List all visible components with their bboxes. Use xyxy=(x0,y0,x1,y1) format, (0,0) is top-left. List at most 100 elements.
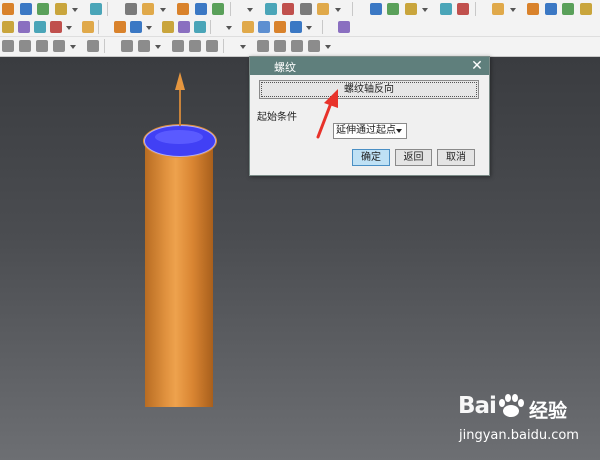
dropdown-arrow-icon[interactable] xyxy=(226,26,232,30)
toolbar-icon[interactable] xyxy=(162,21,174,33)
toolbar-icon[interactable] xyxy=(172,40,184,52)
toolbar-icon[interactable] xyxy=(114,21,126,33)
thread-axis-vector[interactable] xyxy=(179,86,181,126)
toolbar-icon[interactable] xyxy=(54,3,67,15)
toolbar-separator xyxy=(104,39,105,53)
toolbar-icon[interactable] xyxy=(264,3,277,15)
dropdown-arrow-icon[interactable] xyxy=(72,8,78,12)
baidu-jingyan-text: 经验 xyxy=(529,400,568,422)
toolbar-icon[interactable] xyxy=(130,21,142,33)
toolbar-icon[interactable] xyxy=(387,3,399,15)
dropdown-arrow-icon[interactable] xyxy=(509,8,516,12)
toolbar-icon[interactable] xyxy=(492,3,504,15)
dropdown-arrow-icon[interactable] xyxy=(66,26,72,30)
cancel-button[interactable]: 取消 xyxy=(437,149,475,166)
watermark-url: jingyan.baidu.com xyxy=(459,428,579,443)
toolbar-separator xyxy=(322,20,323,34)
toolbar-icon[interactable] xyxy=(308,40,320,52)
toolbar-icon[interactable] xyxy=(87,40,99,52)
toolbar-icon[interactable] xyxy=(544,3,557,15)
toolbar-separator xyxy=(474,2,476,16)
cylinder-top-face[interactable] xyxy=(144,125,216,157)
toolbar-icon[interactable] xyxy=(194,3,207,15)
toolbar-separator xyxy=(229,2,231,16)
toolbar-icon[interactable] xyxy=(457,3,469,15)
toolbar-icon[interactable] xyxy=(19,3,32,15)
toolbar-icon[interactable] xyxy=(439,3,452,15)
dropdown-arrow-icon[interactable] xyxy=(155,45,161,49)
toolbar-icon[interactable] xyxy=(82,21,94,33)
toolbar-icon[interactable] xyxy=(142,3,154,15)
toolbar-icon[interactable] xyxy=(19,40,31,52)
start-condition-value: 延伸通过起点 xyxy=(336,125,396,136)
toolbar-icon[interactable] xyxy=(34,21,46,33)
toolbar-row-2 xyxy=(0,18,600,36)
toolbar-icon[interactable] xyxy=(194,21,206,33)
toolbar-icon[interactable] xyxy=(258,21,270,33)
toolbar-icon[interactable] xyxy=(189,40,201,52)
toolbar-icon[interactable] xyxy=(2,40,14,52)
toolbar-icon[interactable] xyxy=(242,21,254,33)
dropdown-arrow-icon[interactable] xyxy=(422,8,428,12)
dropdown-arrow-icon[interactable] xyxy=(159,8,166,12)
cylinder-body[interactable] xyxy=(145,142,213,407)
toolbar-row-3 xyxy=(0,36,600,55)
toolbar-icon[interactable] xyxy=(299,3,312,15)
dropdown-arrow-icon[interactable] xyxy=(240,45,246,49)
toolbar-icon[interactable] xyxy=(338,21,350,33)
thread-axis-arrow-icon[interactable] xyxy=(175,72,185,90)
toolbar-icon[interactable] xyxy=(212,3,224,15)
toolbar-icon[interactable] xyxy=(579,3,592,15)
toolbar-icon[interactable] xyxy=(290,21,302,33)
toolbar-icon[interactable] xyxy=(138,40,150,52)
dialog-title: 螺纹 xyxy=(274,61,296,74)
dropdown-arrow-icon[interactable] xyxy=(70,45,76,49)
toolbar-icon[interactable] xyxy=(404,3,417,15)
reverse-thread-axis-button[interactable]: 螺纹轴反向 xyxy=(259,80,479,99)
dropdown-arrow-icon[interactable] xyxy=(306,26,312,30)
toolbar-icon[interactable] xyxy=(2,3,14,15)
toolbar-icon[interactable] xyxy=(121,40,133,52)
toolbar-separator xyxy=(98,20,99,34)
dropdown-arrow-icon[interactable] xyxy=(146,26,152,30)
toolbar-separator xyxy=(107,2,108,16)
dialog-titlebar[interactable]: 螺纹 ✕ xyxy=(250,57,489,75)
toolbar-icon[interactable] xyxy=(18,21,30,33)
back-button[interactable]: 返回 xyxy=(395,149,432,166)
dropdown-arrow-icon[interactable] xyxy=(334,8,341,12)
cylinder-top-face-highlight xyxy=(155,130,203,144)
toolbar-icon[interactable] xyxy=(177,3,189,15)
toolbar-separator xyxy=(352,2,353,16)
toolbar-icon[interactable] xyxy=(369,3,382,15)
toolbar-icon[interactable] xyxy=(274,40,286,52)
toolbar-icon[interactable] xyxy=(2,21,14,33)
toolbar-icon[interactable] xyxy=(274,21,286,33)
toolbar-icon[interactable] xyxy=(53,40,65,52)
toolbar-icon[interactable] xyxy=(282,3,294,15)
dropdown-arrow-icon xyxy=(396,129,402,133)
toolbar-icon[interactable] xyxy=(291,40,303,52)
toolbar-icon[interactable] xyxy=(206,40,218,52)
toolbar-icon[interactable] xyxy=(124,3,137,15)
toolbar-icon[interactable] xyxy=(89,3,102,15)
toolbar-row-1 xyxy=(0,0,600,18)
toolbar-icon[interactable] xyxy=(257,40,269,52)
toolbar-icon[interactable] xyxy=(36,40,48,52)
start-condition-select[interactable]: 延伸通过起点 xyxy=(333,123,407,139)
baidu-logo-text: Bai xyxy=(458,393,497,419)
dropdown-arrow-icon[interactable] xyxy=(325,45,331,49)
toolbar-separator xyxy=(223,39,224,53)
toolbar-icon[interactable] xyxy=(178,21,190,33)
toolbar-icon[interactable] xyxy=(527,3,539,15)
toolbar-icon[interactable] xyxy=(37,3,49,15)
toolbar-icon[interactable] xyxy=(317,3,329,15)
ok-button[interactable]: 确定 xyxy=(352,149,390,166)
toolbar-icon[interactable] xyxy=(562,3,574,15)
close-icon[interactable]: ✕ xyxy=(469,57,485,75)
thread-dialog: 螺纹 ✕ 螺纹轴反向 起始条件 延伸通过起点 确定 返回 取消 xyxy=(249,56,490,176)
toolbar-icon[interactable] xyxy=(50,21,62,33)
start-condition-label: 起始条件 xyxy=(257,112,297,123)
toolbar-separator xyxy=(210,20,211,34)
baidu-paw-icon xyxy=(499,394,524,417)
dropdown-arrow-icon[interactable] xyxy=(247,8,253,12)
